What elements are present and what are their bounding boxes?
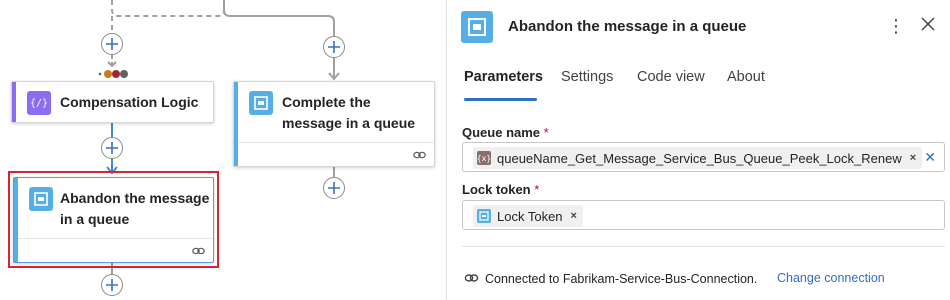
token-text: queueName_Get_Message_Service_Bus_Queue_…	[497, 150, 902, 166]
action-details-panel: Abandon the message in a queue ⋮ Paramet…	[446, 0, 950, 300]
add-action-button[interactable]	[101, 33, 123, 55]
section-divider	[462, 246, 945, 247]
required-marker: *	[543, 125, 549, 140]
more-options-icon[interactable]: ⋮	[887, 16, 905, 37]
active-tab-indicator	[464, 98, 537, 101]
tab-code-view[interactable]: Code view	[637, 69, 705, 85]
queue-name-label: Queue name *	[462, 125, 549, 140]
card-title: Compensation Logic	[60, 94, 199, 110]
card-footer	[18, 238, 213, 262]
connection-status-text: Connected to Fabrikam-Service-Bus-Connec…	[485, 272, 758, 286]
change-connection-link[interactable]: Change connection	[777, 271, 885, 285]
connection-link-icon	[464, 271, 479, 289]
connection-link-icon	[413, 147, 426, 165]
action-card-abandon-message[interactable]: Abandon the message in a queue	[13, 177, 214, 263]
service-bus-icon	[461, 11, 493, 43]
required-marker: *	[534, 182, 540, 197]
panel-title[interactable]: Abandon the message in a queue	[508, 18, 746, 35]
card-footer	[238, 142, 434, 166]
close-icon[interactable]	[921, 17, 935, 36]
add-action-button[interactable]	[323, 177, 345, 199]
add-action-button[interactable]	[323, 36, 345, 58]
tab-settings[interactable]: Settings	[561, 69, 613, 85]
lock-token-field[interactable]: Lock Token ×	[462, 200, 945, 230]
service-bus-icon	[29, 187, 53, 211]
service-bus-icon	[477, 209, 491, 223]
remove-token-icon[interactable]: ×	[910, 152, 916, 164]
action-card-complete-message[interactable]: Complete the message in a queue	[233, 81, 435, 167]
lock-token-token[interactable]: Lock Token ×	[473, 205, 583, 227]
tab-parameters[interactable]: Parameters	[464, 69, 543, 85]
service-bus-icon	[249, 91, 273, 115]
field-label-text: Queue name	[462, 125, 541, 140]
card-title-line: Abandon the message	[60, 190, 210, 206]
add-action-button[interactable]	[101, 137, 123, 159]
card-accent-bar	[12, 82, 16, 122]
field-label-text: Lock token	[462, 182, 531, 197]
action-card-compensation-logic[interactable]: {/} Compensation Logic	[11, 81, 214, 123]
scope-icon: {/}	[27, 91, 51, 115]
card-title-line: Complete the	[282, 94, 371, 110]
queue-name-field[interactable]: {x} queueName_Get_Message_Service_Bus_Qu…	[462, 142, 945, 172]
run-after-status-dots	[98, 70, 128, 78]
workflow-canvas[interactable]: {/} Compensation Logic Complete the mess…	[0, 0, 446, 300]
remove-token-icon[interactable]: ×	[571, 210, 577, 222]
card-title-line: message in a queue	[282, 115, 416, 131]
variable-icon: {x}	[477, 151, 491, 165]
add-action-button[interactable]	[101, 274, 123, 296]
card-title-line: in a queue	[60, 211, 130, 227]
lock-token-label: Lock token *	[462, 182, 539, 197]
queue-name-token[interactable]: {x} queueName_Get_Message_Service_Bus_Qu…	[473, 147, 923, 169]
connection-link-icon	[192, 243, 205, 261]
token-text: Lock Token	[497, 208, 563, 224]
clear-field-icon[interactable]: ✕	[924, 149, 936, 166]
tab-about[interactable]: About	[727, 69, 765, 85]
